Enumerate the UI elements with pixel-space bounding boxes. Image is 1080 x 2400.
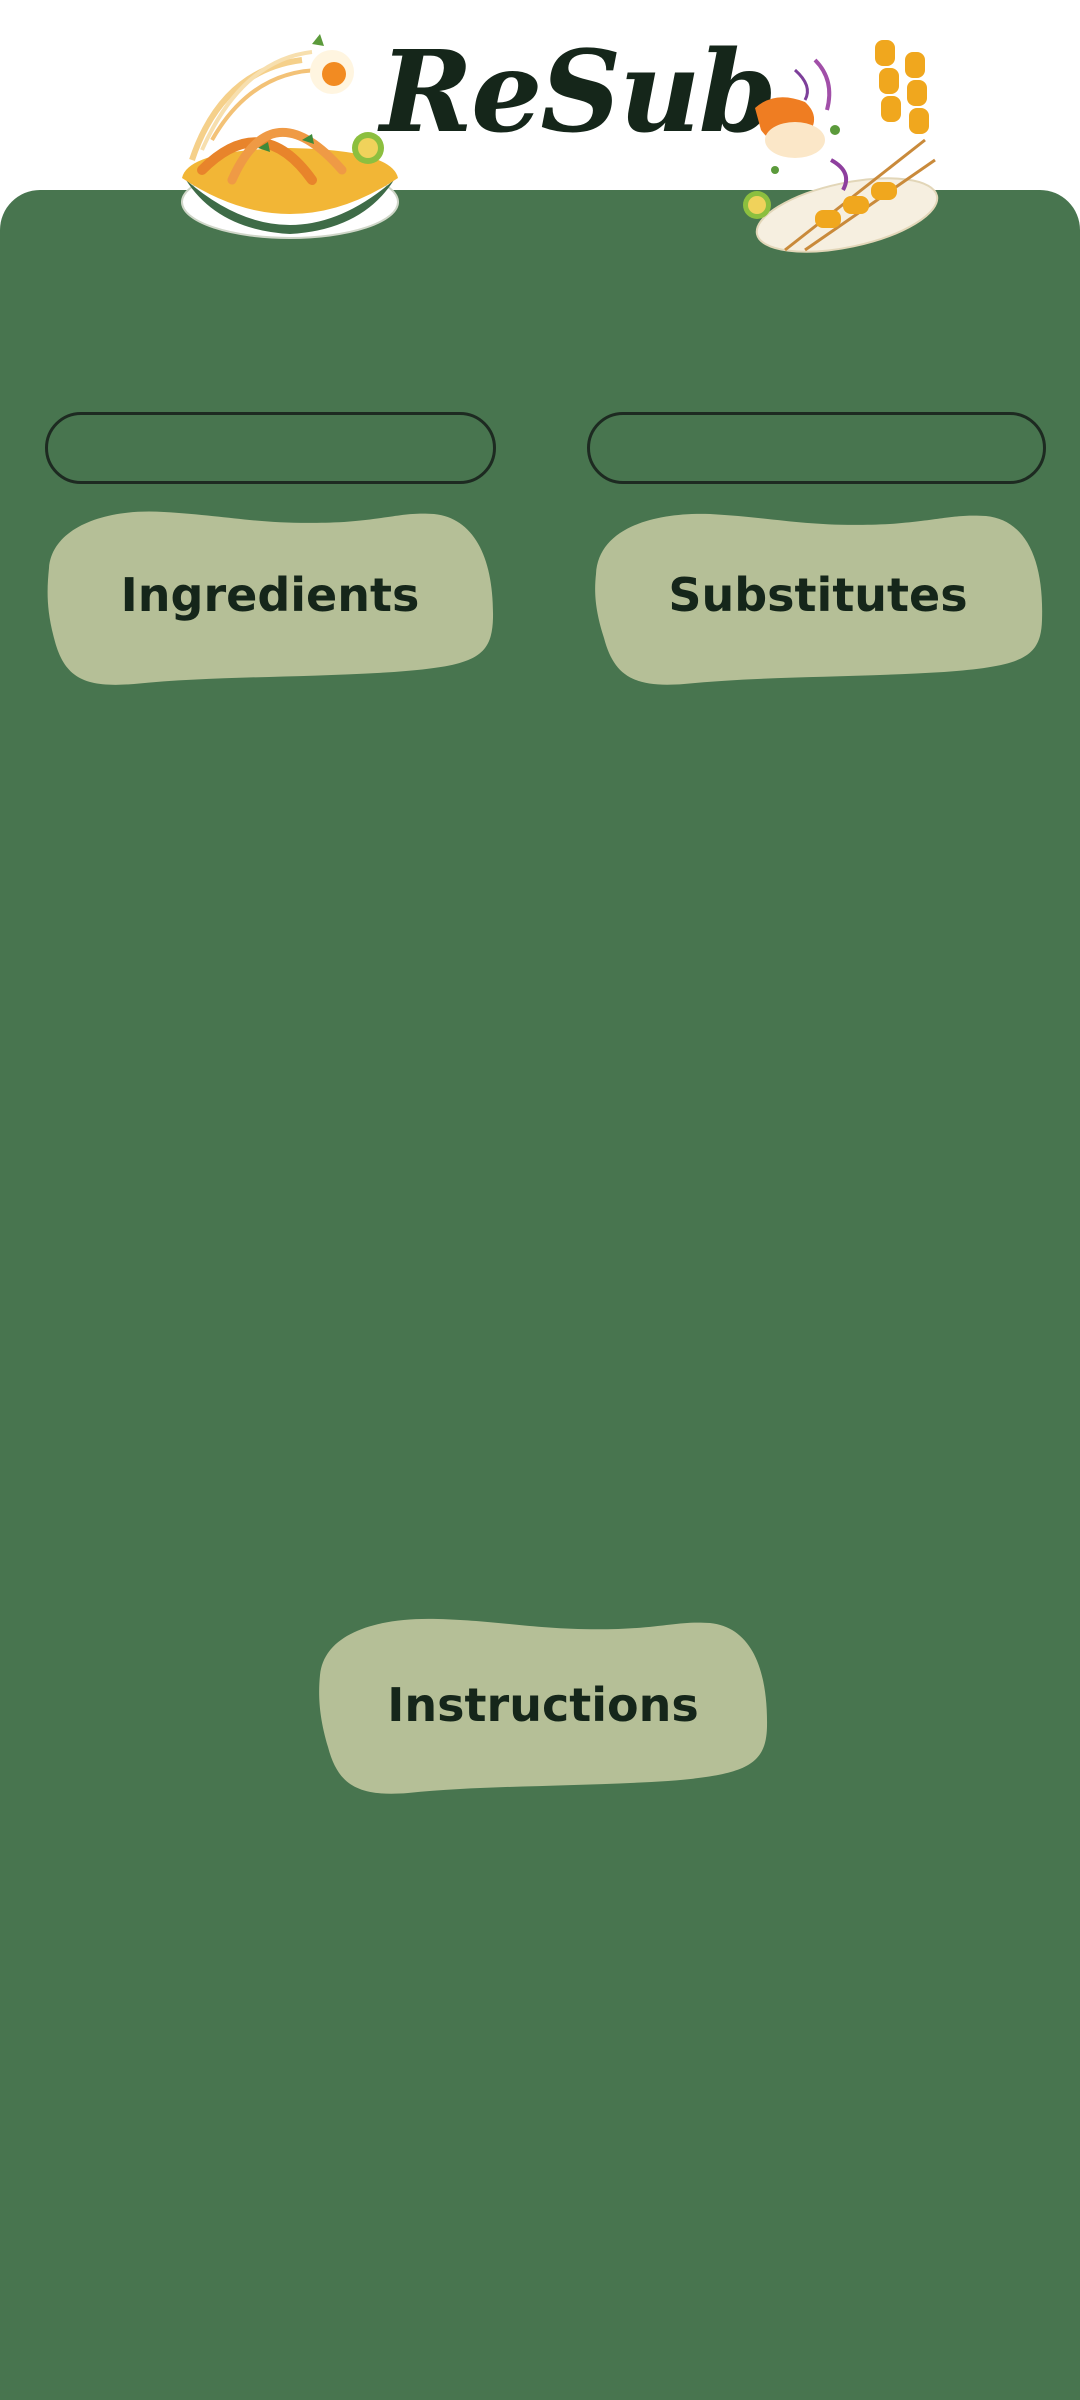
app-title: ReSub: [380, 27, 777, 158]
satay-skewers-illustration: [735, 30, 955, 270]
instructions-button[interactable]: Instructions: [316, 1615, 770, 1797]
instructions-button-label: Instructions: [387, 1678, 699, 1732]
substitute-search-input[interactable]: [587, 412, 1046, 484]
ingredient-search-input[interactable]: [45, 412, 496, 484]
ingredients-button-label: Ingredients: [120, 568, 420, 622]
noodle-bowl-illustration: [162, 30, 422, 250]
ingredients-button[interactable]: Ingredients: [44, 508, 496, 688]
substitutes-button[interactable]: Substitutes: [592, 508, 1044, 688]
app-header: ReSub: [0, 0, 1080, 253]
substitutes-button-label: Substitutes: [668, 568, 968, 622]
